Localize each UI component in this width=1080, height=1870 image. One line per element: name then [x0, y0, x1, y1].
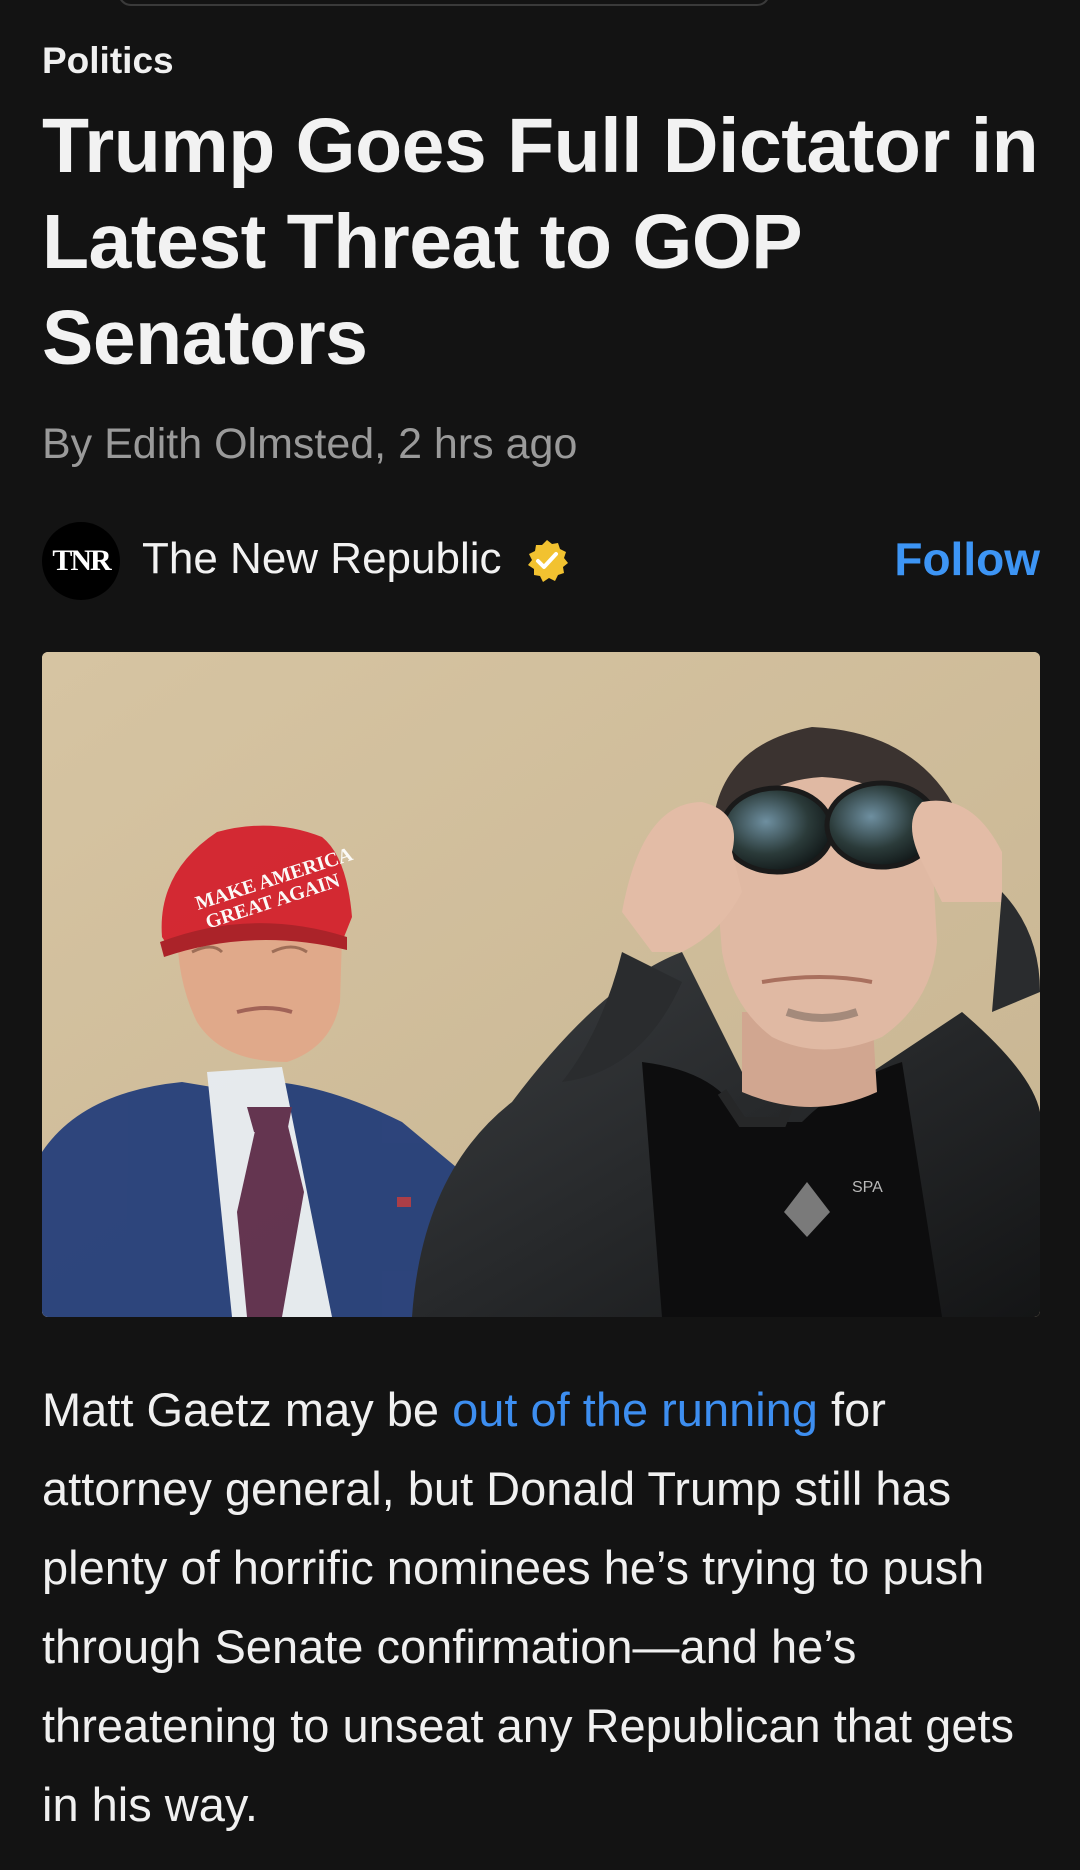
follow-button[interactable]: Follow	[894, 532, 1040, 586]
body-text-after-link: for attorney general, but Donald Trump s…	[42, 1383, 1015, 1831]
body-text-before-link: Matt Gaetz may be	[42, 1383, 453, 1436]
body-link-out-of-the-running[interactable]: out of the running	[452, 1383, 818, 1436]
hero-illustration: MAKE AMERICA GREAT AGAIN SPA	[42, 652, 1040, 1317]
article-byline: By Edith Olmsted, 2 hrs ago	[42, 420, 578, 468]
article-headline: Trump Goes Full Dictator in Latest Threa…	[42, 103, 1039, 381]
publisher-logo[interactable]: TNR	[42, 522, 120, 600]
publisher-name[interactable]: The New Republic	[142, 534, 502, 584]
article-hero-image[interactable]: MAKE AMERICA GREAT AGAIN SPA	[42, 652, 1040, 1317]
top-scroll-pill	[118, 0, 770, 6]
verified-badge-icon	[528, 540, 568, 582]
article-body: Matt Gaetz may be out of the running for…	[42, 1370, 1052, 1844]
article-category[interactable]: Politics	[42, 40, 174, 82]
publisher-row: TNR The New Republic Follow	[42, 520, 1040, 600]
shirt-text: SPA	[852, 1179, 883, 1196]
